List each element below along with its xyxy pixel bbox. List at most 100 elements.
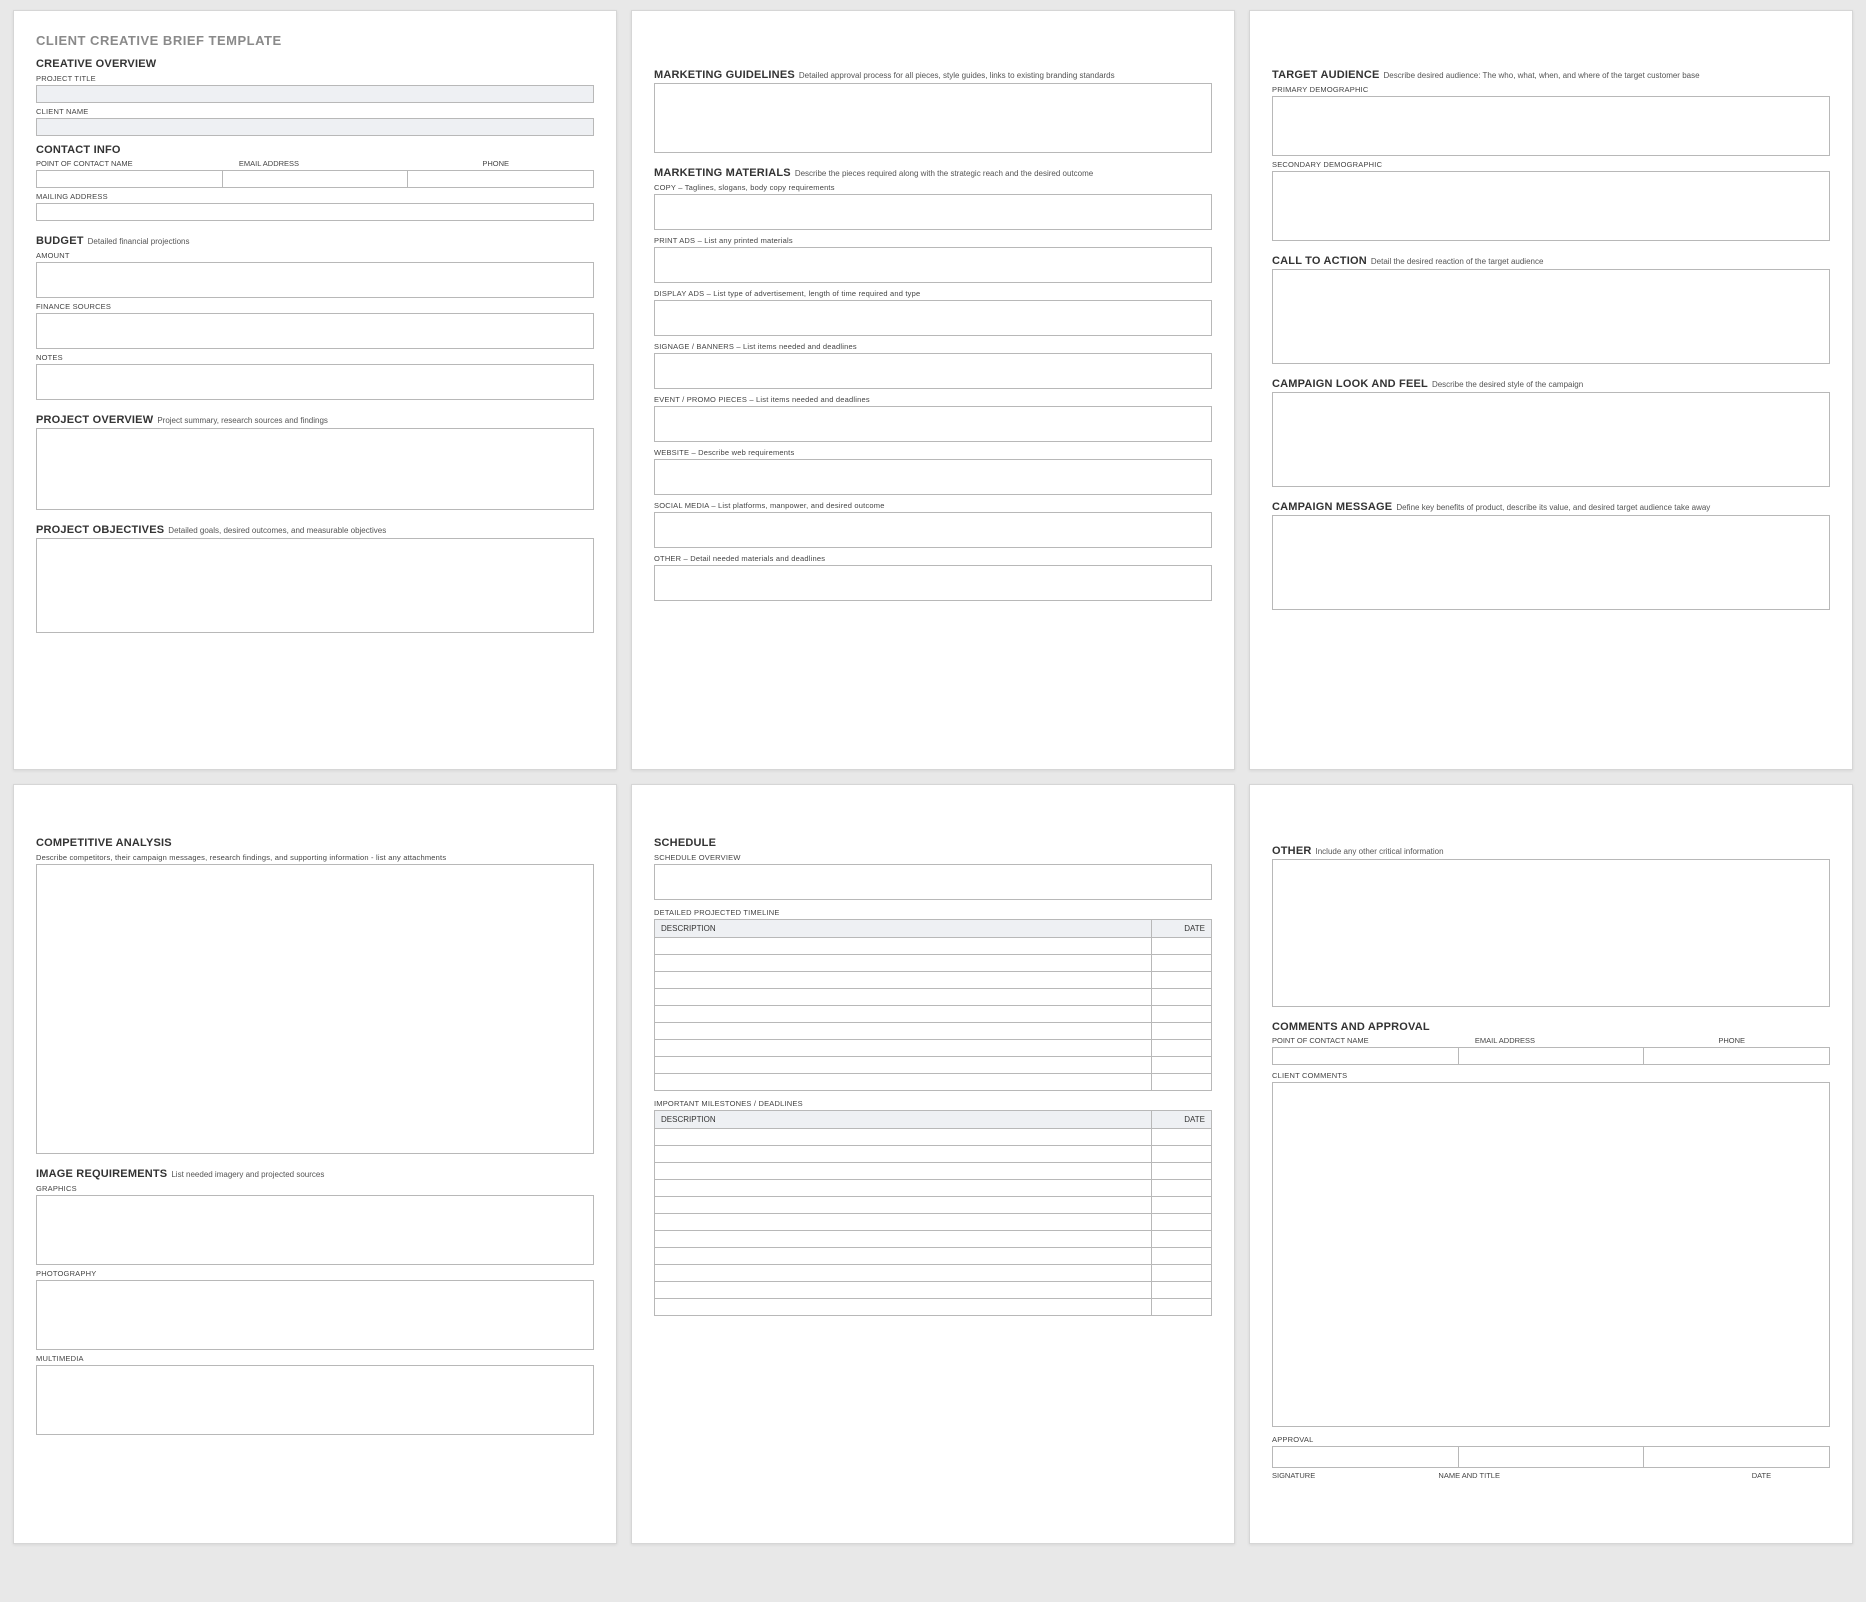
page-6: OTHER Include any other critical informa… <box>1249 784 1853 1544</box>
section-look-feel: CAMPAIGN LOOK AND FEEL <box>1272 378 1428 390</box>
label-other-materials: OTHER <box>654 554 681 563</box>
col-description: DESCRIPTION <box>655 920 1152 938</box>
sub-project-objectives: Detailed goals, desired outcomes, and me… <box>168 526 386 535</box>
sub-other: Include any other critical information <box>1316 847 1444 856</box>
section-marketing-guidelines: MARKETING GUIDELINES <box>654 69 795 81</box>
input-graphics[interactable] <box>36 1195 594 1265</box>
input-other-materials[interactable] <box>654 565 1212 601</box>
input-project-overview[interactable] <box>36 428 594 510</box>
input-display-ads[interactable] <box>654 300 1212 336</box>
label-print-ads: PRINT ADS <box>654 236 695 245</box>
doc-title: CLIENT CREATIVE BRIEF TEMPLATE <box>36 33 594 48</box>
input-promo[interactable] <box>654 406 1212 442</box>
sub-campaign-message: Define key benefits of product, describe… <box>1396 503 1710 512</box>
table-row[interactable] <box>655 955 1212 972</box>
table-row[interactable] <box>655 1180 1212 1197</box>
input-photography[interactable] <box>36 1280 594 1350</box>
input-phone[interactable] <box>407 170 594 188</box>
input-poc-name-2[interactable] <box>1272 1047 1459 1065</box>
col-description-2: DESCRIPTION <box>655 1111 1152 1129</box>
label-milestones: IMPORTANT MILESTONES / DEADLINES <box>654 1099 1212 1108</box>
section-creative-overview: CREATIVE OVERVIEW <box>36 58 594 70</box>
sub-print-ads: – List any printed materials <box>698 236 793 245</box>
page-2: MARKETING GUIDELINES Detailed approval p… <box>631 10 1235 770</box>
input-signature[interactable] <box>1272 1446 1459 1468</box>
col-date: DATE <box>1152 920 1212 938</box>
table-row[interactable] <box>655 1231 1212 1248</box>
input-mailing[interactable] <box>36 203 594 221</box>
input-notes[interactable] <box>36 364 594 400</box>
table-row[interactable] <box>655 1299 1212 1316</box>
label-copy: COPY – Taglines, slogans, body copy requ… <box>654 183 1212 192</box>
table-row[interactable] <box>655 1006 1212 1023</box>
input-other[interactable] <box>1272 859 1830 1007</box>
sub-target-audience: Describe desired audience: The who, what… <box>1384 71 1700 80</box>
label-multimedia: MULTIMEDIA <box>36 1354 594 1363</box>
section-marketing-materials: MARKETING MATERIALS <box>654 167 791 179</box>
label-photography: PHOTOGRAPHY <box>36 1269 594 1278</box>
sub-look-feel: Describe the desired style of the campai… <box>1432 380 1583 389</box>
table-row[interactable] <box>655 1074 1212 1091</box>
sub-marketing-materials: Describe the pieces required along with … <box>795 169 1093 178</box>
input-client-comments[interactable] <box>1272 1082 1830 1427</box>
input-approval-date[interactable] <box>1643 1446 1830 1468</box>
label-name-title: NAME AND TITLE <box>1438 1471 1751 1480</box>
label-poc-name-2: POINT OF CONTACT NAME <box>1272 1036 1475 1045</box>
input-campaign-message[interactable] <box>1272 515 1830 610</box>
input-poc-name[interactable] <box>36 170 223 188</box>
table-row[interactable] <box>655 1146 1212 1163</box>
table-detailed-timeline: DESCRIPTION DATE <box>654 919 1212 1091</box>
table-row[interactable] <box>655 1197 1212 1214</box>
input-website[interactable] <box>654 459 1212 495</box>
label-client-comments: CLIENT COMMENTS <box>1272 1071 1830 1080</box>
label-graphics: GRAPHICS <box>36 1184 594 1193</box>
section-target-audience: TARGET AUDIENCE <box>1272 69 1380 81</box>
section-competitive-analysis: COMPETITIVE ANALYSIS <box>36 837 594 849</box>
table-row[interactable] <box>655 989 1212 1006</box>
input-copy[interactable] <box>654 194 1212 230</box>
table-row[interactable] <box>655 1129 1212 1146</box>
input-marketing-guidelines[interactable] <box>654 83 1212 153</box>
input-cta[interactable] <box>1272 269 1830 364</box>
input-email-2[interactable] <box>1458 1047 1645 1065</box>
table-row[interactable] <box>655 1040 1212 1057</box>
sub-budget: Detailed financial projections <box>88 237 190 246</box>
label-phone-2: PHONE <box>1718 1036 1830 1045</box>
input-amount[interactable] <box>36 262 594 298</box>
label-email: EMAIL ADDRESS <box>239 159 482 168</box>
table-row[interactable] <box>655 972 1212 989</box>
label-social: SOCIAL MEDIA <box>654 501 709 510</box>
sub-cta: Detail the desired reaction of the targe… <box>1371 257 1544 266</box>
input-multimedia[interactable] <box>36 1365 594 1435</box>
input-client-name[interactable] <box>36 118 594 136</box>
input-email[interactable] <box>222 170 409 188</box>
input-secondary-demo[interactable] <box>1272 171 1830 241</box>
table-row[interactable] <box>655 1057 1212 1074</box>
input-competitive-analysis[interactable] <box>36 864 594 1154</box>
table-row[interactable] <box>655 1163 1212 1180</box>
table-row[interactable] <box>655 1248 1212 1265</box>
input-primary-demo[interactable] <box>1272 96 1830 156</box>
input-schedule-overview[interactable] <box>654 864 1212 900</box>
sub-social: – List platforms, manpower, and desired … <box>711 501 884 510</box>
input-project-objectives[interactable] <box>36 538 594 633</box>
table-row[interactable] <box>655 938 1212 955</box>
input-print-ads[interactable] <box>654 247 1212 283</box>
input-signage[interactable] <box>654 353 1212 389</box>
input-project-title[interactable] <box>36 85 594 103</box>
table-row[interactable] <box>655 1214 1212 1231</box>
label-approval: APPROVAL <box>1272 1435 1830 1444</box>
table-row[interactable] <box>655 1282 1212 1299</box>
sub-project-overview: Project summary, research sources and fi… <box>157 416 328 425</box>
table-row[interactable] <box>655 1023 1212 1040</box>
input-finance[interactable] <box>36 313 594 349</box>
table-row[interactable] <box>655 1265 1212 1282</box>
label-website: WEBSITE <box>654 448 689 457</box>
section-comments-approval: COMMENTS AND APPROVAL <box>1272 1021 1830 1033</box>
input-social[interactable] <box>654 512 1212 548</box>
section-schedule: SCHEDULE <box>654 837 1212 849</box>
input-phone-2[interactable] <box>1643 1047 1830 1065</box>
sub-signage: – List items needed and deadlines <box>736 342 856 351</box>
input-look-feel[interactable] <box>1272 392 1830 487</box>
input-name-title[interactable] <box>1458 1446 1645 1468</box>
